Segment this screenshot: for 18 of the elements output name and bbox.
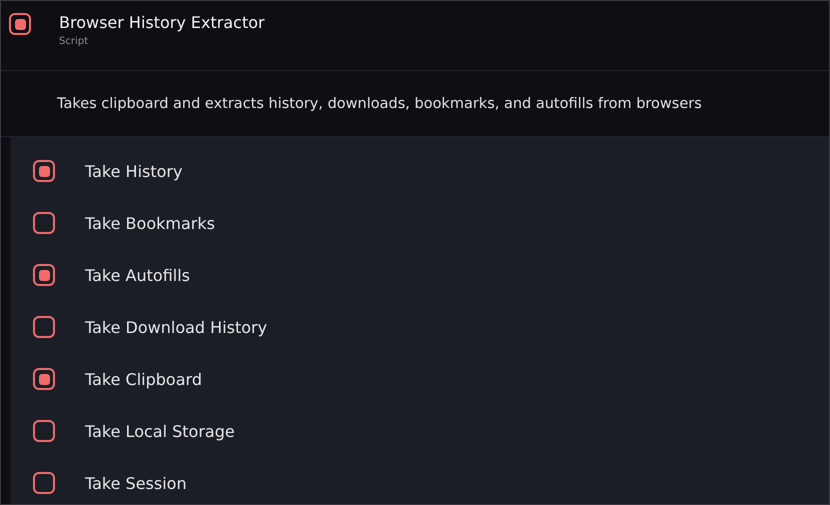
checkbox[interactable] xyxy=(33,472,55,494)
option-label: Take Bookmarks xyxy=(85,214,215,232)
option-label: Take Clipboard xyxy=(85,370,202,388)
checkbox[interactable] xyxy=(33,212,55,234)
checkbox[interactable] xyxy=(33,316,55,338)
option-label: Take Download History xyxy=(85,318,268,336)
option-label: Take History xyxy=(85,162,182,180)
checkbox[interactable] xyxy=(33,264,55,286)
module-title: Browser History Extractor xyxy=(59,13,265,32)
checkbox[interactable] xyxy=(33,160,55,182)
option-label: Take Session xyxy=(85,474,187,492)
option-label: Take Local Storage xyxy=(85,422,235,440)
module-description: Takes clipboard and extracts history, downloads, bookmarks, and autofills from browsers xyxy=(57,96,702,112)
module-subtitle: Script xyxy=(59,36,90,47)
checkbox[interactable] xyxy=(9,13,31,35)
option-label: Take Autofills xyxy=(85,266,190,284)
checkbox[interactable] xyxy=(33,420,55,442)
checkbox[interactable] xyxy=(33,368,55,390)
